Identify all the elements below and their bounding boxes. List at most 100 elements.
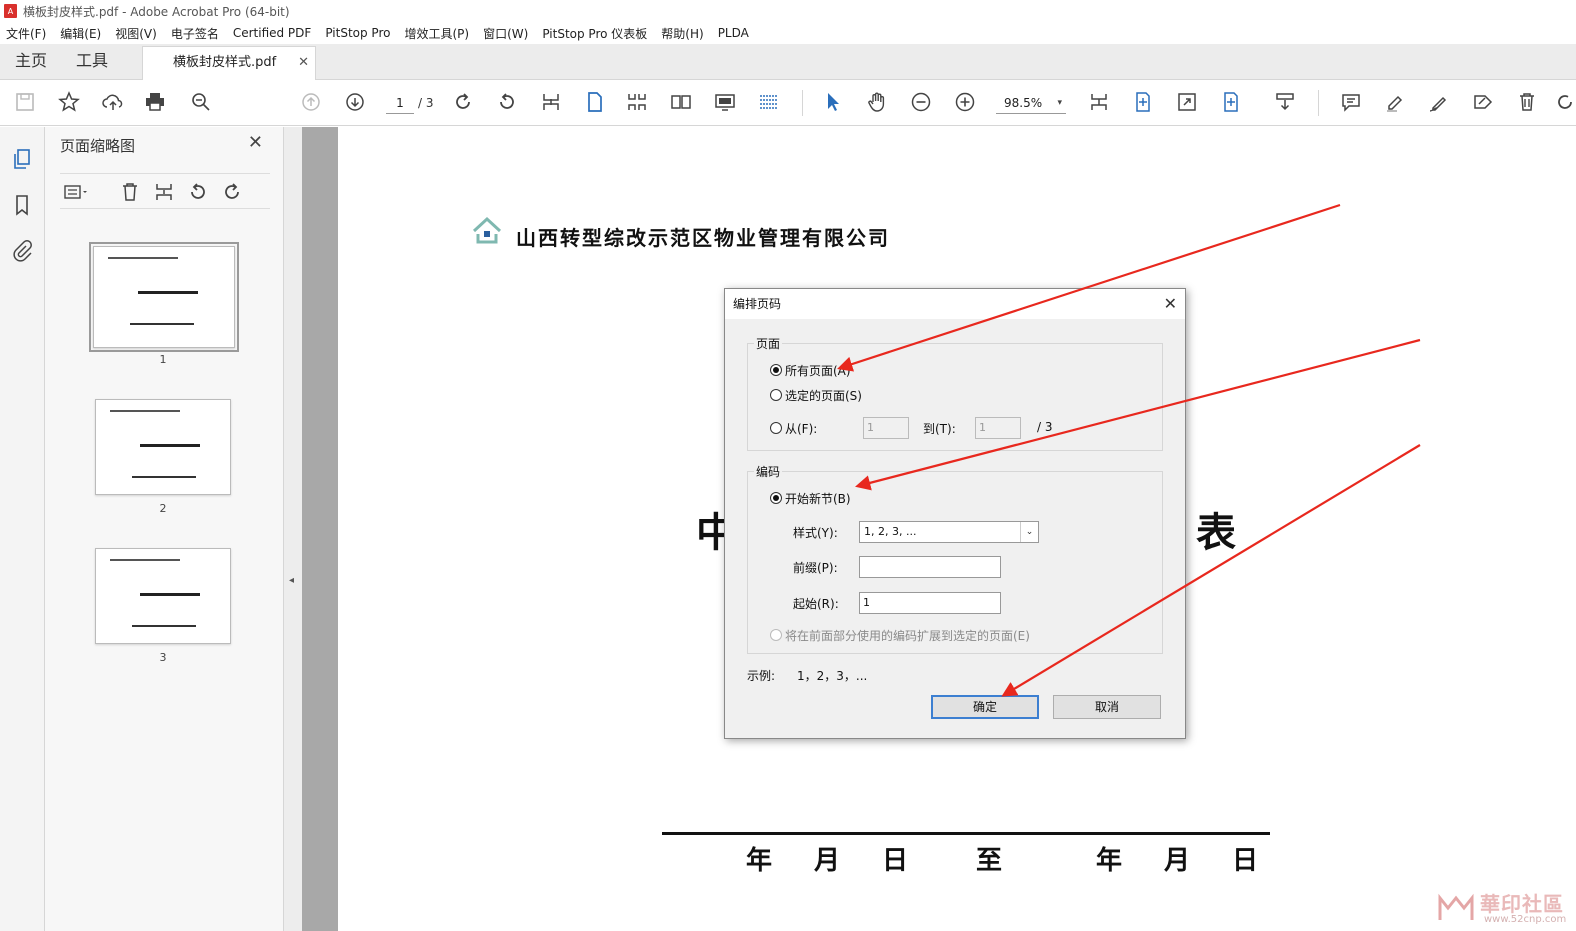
more-tools-icon[interactable] [1552, 89, 1576, 115]
tab-tools[interactable]: 工具 [76, 44, 108, 80]
sticky-download-icon[interactable] [1272, 89, 1298, 115]
save-icon[interactable] [12, 89, 38, 115]
menu-help[interactable]: 帮助(H) [661, 25, 703, 42]
close-panel-icon[interactable]: ✕ [248, 132, 263, 153]
attachment-icon[interactable] [10, 239, 34, 263]
menu-certified-pdf[interactable]: Certified PDF [233, 26, 312, 40]
close-tab-icon[interactable]: ✕ [298, 47, 309, 79]
rotate-counterclockwise-icon[interactable] [494, 89, 520, 115]
two-page-icon[interactable] [668, 89, 694, 115]
dialog-close-icon[interactable]: ✕ [1164, 289, 1177, 319]
extend-numbering-radio[interactable] [770, 629, 782, 641]
dialog-title-bar: 编排页码 ✕ [725, 289, 1185, 319]
number-pages-dialog: 编排页码 ✕ 页面 所有页面(A) 选定的页面(S) 从(F): 1 到(T):… [724, 288, 1186, 739]
style-value: 1, 2, 3, ... [864, 525, 917, 538]
selected-pages-label[interactable]: 选定的页面(S) [785, 387, 862, 404]
options-menu-icon[interactable] [60, 180, 87, 204]
hand-tool-icon[interactable] [864, 89, 890, 115]
zoom-dropdown-arrow-icon: ▾ [1057, 98, 1062, 108]
page-number-input[interactable]: 1 [386, 92, 414, 114]
menu-esign[interactable]: 电子签名 [171, 25, 219, 42]
menu-file[interactable]: 文件(F) [6, 25, 46, 42]
tab-home[interactable]: 主页 [15, 44, 47, 80]
zoom-search-icon[interactable] [188, 89, 214, 115]
window-title: 横板封皮样式.pdf - Adobe Acrobat Pro (64-bit) [23, 4, 290, 19]
to-page-input[interactable]: 1 [975, 417, 1021, 439]
scroll-pages-icon[interactable] [624, 89, 650, 115]
fit-width-icon[interactable] [1086, 89, 1112, 115]
single-page-icon[interactable] [582, 89, 608, 115]
new-section-radio[interactable] [770, 492, 782, 504]
collapse-panel-handle[interactable]: ◂ [284, 127, 302, 931]
menu-view[interactable]: 视图(V) [115, 25, 157, 42]
zoom-level-select[interactable]: 98.5% ▾ [996, 92, 1066, 114]
cancel-button[interactable]: 取消 [1053, 695, 1161, 719]
menu-window[interactable]: 窗口(W) [483, 25, 528, 42]
sign-fill-icon[interactable] [1470, 89, 1496, 115]
selected-pages-radio[interactable] [770, 389, 782, 401]
prefix-label: 前缀(P): [793, 561, 838, 575]
print-icon[interactable] [142, 89, 168, 115]
presentation-icon[interactable] [712, 89, 738, 115]
ok-button[interactable]: 确定 [931, 695, 1039, 719]
page-thumbnail-1[interactable] [89, 242, 239, 352]
watermark-text: 華印社區 [1480, 892, 1564, 916]
delete-icon[interactable] [1514, 89, 1540, 115]
menu-plda[interactable]: PLDA [718, 26, 749, 40]
start-input[interactable]: 1 [859, 592, 1001, 614]
cloud-upload-icon[interactable] [100, 89, 126, 115]
menu-plugins[interactable]: 增效工具(P) [404, 25, 469, 42]
rotate-left-icon[interactable] [186, 180, 210, 204]
document-title-right: 表 [1196, 509, 1236, 556]
page-range-radio[interactable] [770, 422, 782, 434]
extend-numbering-label: 将在前面部分使用的编码扩展到选定的页面(E) [785, 629, 1030, 643]
previous-page-icon[interactable] [298, 89, 324, 115]
acrobat-pdf-icon: A [4, 4, 17, 18]
zoom-in-icon[interactable] [952, 89, 978, 115]
new-section-label[interactable]: 开始新节(B) [785, 490, 851, 507]
star-icon[interactable] [56, 89, 82, 115]
zoom-out-icon[interactable] [908, 89, 934, 115]
date-day: 日 [882, 846, 909, 876]
to-label: 到(T): [923, 422, 956, 436]
select-cursor-icon[interactable] [820, 89, 846, 115]
fit-page-icon[interactable] [538, 89, 564, 115]
draw-pen-icon[interactable] [1426, 89, 1452, 115]
thumbnails-panel: 页面缩略图 ✕ 1 2 3 [45, 127, 284, 931]
page-fit-icon[interactable] [1130, 89, 1156, 115]
page-thumbnail-3[interactable] [95, 548, 231, 644]
main-toolbar: 1 / 3 98.5% ▾ [0, 80, 1576, 126]
bookmark-icon[interactable] [10, 193, 34, 217]
rotate-right-icon[interactable] [220, 180, 244, 204]
title-bar: A 横板封皮样式.pdf - Adobe Acrobat Pro (64-bit… [0, 0, 1576, 22]
read-mode-icon[interactable] [756, 89, 782, 115]
all-pages-label[interactable]: 所有页面(A) [785, 362, 851, 379]
menu-pitstop-dashboard[interactable]: PitStop Pro 仪表板 [542, 25, 647, 42]
prefix-input[interactable] [859, 556, 1001, 578]
highlight-icon[interactable] [1382, 89, 1408, 115]
thumbnail-number: 1 [159, 353, 167, 366]
all-pages-radio[interactable] [770, 364, 782, 376]
thumbnail-number: 3 [159, 651, 167, 664]
comment-icon[interactable] [1338, 89, 1364, 115]
full-screen-icon[interactable] [1174, 89, 1200, 115]
from-page-input[interactable]: 1 [863, 417, 909, 439]
tab-bar: 主页 工具 横板封皮样式.pdf ✕ [0, 44, 1576, 80]
menu-pitstop-pro[interactable]: PitStop Pro [325, 26, 390, 40]
page-tools-icon[interactable] [1218, 89, 1244, 115]
style-select[interactable]: 1, 2, 3, ... ⌄ [859, 521, 1039, 543]
document-gutter [302, 127, 338, 931]
style-label: 样式(Y): [793, 526, 838, 540]
pages-group-label: 页面 [754, 335, 783, 352]
delete-page-icon[interactable] [118, 180, 142, 204]
thumbnail-number: 2 [159, 502, 167, 515]
rotate-clockwise-icon[interactable] [450, 89, 476, 115]
date-to: 至 [976, 846, 1003, 876]
insert-page-icon[interactable] [152, 180, 176, 204]
tab-document[interactable]: 横板封皮样式.pdf ✕ [142, 46, 316, 80]
zoom-level-value: 98.5% [1004, 96, 1043, 110]
page-thumbnails-icon[interactable] [10, 147, 34, 171]
menu-edit[interactable]: 编辑(E) [60, 25, 101, 42]
page-thumbnail-2[interactable] [95, 399, 231, 495]
next-page-icon[interactable] [342, 89, 368, 115]
